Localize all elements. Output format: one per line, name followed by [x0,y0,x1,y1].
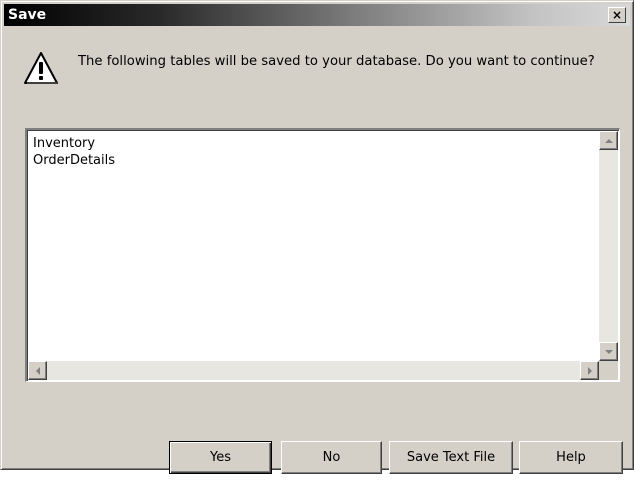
save-dialog: Save × The following tables will be save… [0,0,634,474]
arrow-down-icon [604,349,613,354]
list-item[interactable]: OrderDetails [33,152,115,169]
title-bar[interactable]: Save × [4,4,630,26]
vertical-scrollbar[interactable] [599,131,618,361]
scrollbar-corner [599,361,618,380]
warning-icon [23,50,59,86]
no-button[interactable]: No [281,441,382,474]
save-text-file-button[interactable]: Save Text File [389,441,513,474]
list-item[interactable]: Inventory [33,135,115,152]
arrow-up-icon [604,138,613,143]
scroll-left-button[interactable] [28,361,47,380]
scroll-up-button[interactable] [599,131,618,150]
scroll-right-button[interactable] [580,361,599,380]
help-button[interactable]: Help [519,441,623,474]
yes-button[interactable]: Yes [169,441,272,474]
close-button[interactable]: × [608,7,626,23]
tables-listbox[interactable]: Inventory OrderDetails [25,128,620,382]
window-title: Save [8,7,47,23]
scroll-down-button[interactable] [599,342,618,361]
arrow-right-icon [587,366,592,375]
arrow-left-icon [35,366,40,375]
tables-list: Inventory OrderDetails [33,135,115,169]
close-icon: × [611,8,623,22]
horizontal-scrollbar[interactable] [28,361,599,380]
confirmation-message: The following tables will be saved to yo… [78,54,595,69]
